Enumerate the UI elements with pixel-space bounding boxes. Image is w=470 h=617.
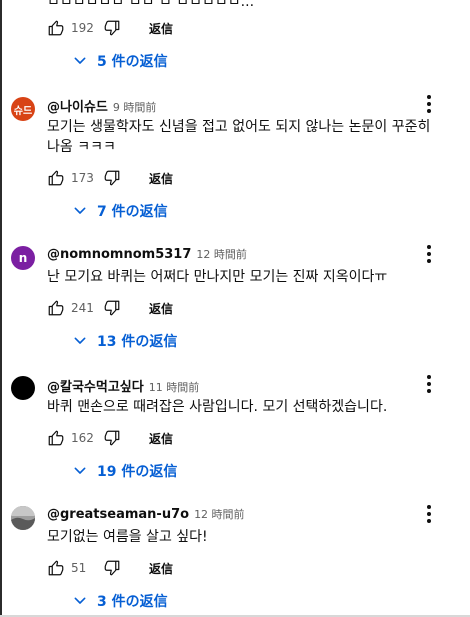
comment-time[interactable]: 9 時間前 (113, 99, 157, 115)
comment-menu-button[interactable] (423, 374, 435, 394)
dislike-button[interactable] (103, 19, 121, 37)
dislike-button[interactable] (103, 169, 121, 187)
comment-time[interactable]: 11 時間前 (149, 379, 200, 395)
thumbs-down-icon (104, 430, 120, 446)
comment-author[interactable]: @greatseaman-u7o (47, 507, 189, 522)
more-vert-icon (427, 375, 431, 393)
comment-header: @나이슈드 9 時間前 (47, 96, 156, 115)
comment-actions: 241 返信 (47, 296, 173, 320)
dislike-button[interactable] (103, 429, 121, 447)
avatar[interactable] (11, 506, 35, 530)
comment-actions: 192 返信 (47, 16, 173, 40)
thumbs-down-icon (104, 170, 120, 186)
comment-actions: 51 返信 (47, 556, 173, 580)
comment-body: 모기없는 여름을 살고 싶다! (47, 529, 208, 545)
comment-body-clipped: ㅁㅁㅁㅁㅁㅁ ㅁㅁ ㅁ ㅁㅁㅁㅁㅁ... (47, 0, 255, 10)
left-border (0, 0, 2, 617)
thumbs-up-icon (48, 20, 64, 36)
like-count: 192 (71, 21, 94, 35)
chevron-down-icon (74, 337, 86, 344)
avatar[interactable] (11, 376, 35, 400)
reply-button[interactable]: 返信 (149, 300, 173, 317)
view-replies-button[interactable]: 3 件の返信 (72, 590, 168, 612)
like-count: 241 (71, 301, 94, 315)
view-replies-button[interactable]: 5 件の返信 (72, 50, 168, 72)
avatar-initials: n (18, 251, 28, 265)
more-vert-icon (427, 95, 431, 113)
avatar-initials: 슈드 (13, 105, 33, 117)
reply-button[interactable]: 返信 (149, 20, 173, 37)
reply-button[interactable]: 返信 (149, 170, 173, 187)
comment-header: @greatseaman-u7o 12 時間前 (47, 506, 245, 522)
view-replies-button[interactable]: 13 件の返信 (72, 330, 177, 352)
thumbs-down-icon (104, 300, 120, 316)
replies-label: 13 件の返信 (97, 334, 178, 350)
like-count: 162 (71, 431, 94, 445)
replies-label: 19 件の返信 (97, 464, 178, 480)
like-button[interactable] (47, 169, 65, 187)
dislike-button[interactable] (103, 559, 121, 577)
like-count: 51 (71, 561, 87, 575)
thumbs-up-icon (48, 560, 64, 576)
comment-header: @칼국수먹고싶다 11 時間前 (47, 376, 199, 395)
like-button[interactable] (47, 19, 65, 37)
comment-menu-button[interactable] (423, 94, 435, 114)
avatar[interactable]: 슈드 (11, 97, 35, 121)
comment-menu-button[interactable] (423, 504, 435, 524)
comment-author[interactable]: @칼국수먹고싶다 (47, 376, 144, 395)
more-vert-icon (427, 245, 431, 263)
comment-body: 난 모기요 바퀴는 어쩌다 만나지만 모기는 진짜 지옥이다ㅠ (47, 269, 388, 285)
chevron-down-icon (74, 57, 86, 64)
comment-actions: 162 返信 (47, 426, 173, 450)
dislike-button[interactable] (103, 299, 121, 317)
chevron-down-icon (74, 597, 86, 604)
avatar-photo (11, 506, 35, 530)
like-button[interactable] (47, 429, 65, 447)
chevron-down-icon (74, 207, 86, 214)
comment-header: @nomnomnom5317 12 時間前 (47, 246, 247, 262)
like-button[interactable] (47, 559, 65, 577)
chevron-down-icon (74, 467, 86, 474)
thumbs-up-icon (48, 170, 64, 186)
comment-body: 바퀴 맨손으로 때려잡은 사람입니다. 모기 선택하겠습니다. (47, 399, 388, 415)
comment-time[interactable]: 12 時間前 (196, 246, 247, 262)
reply-button[interactable]: 返信 (149, 560, 173, 577)
replies-label: 7 件の返信 (97, 204, 168, 220)
comment-actions: 173 返信 (47, 166, 173, 190)
comment-body: 모기는 생물학자도 신념을 접고 없어도 되지 않나는 논문이 꾸준히 나옴 ㅋ… (47, 119, 431, 155)
replies-label: 5 件の返信 (97, 54, 168, 70)
like-button[interactable] (47, 299, 65, 317)
comment-time[interactable]: 12 時間前 (194, 506, 245, 522)
thumbs-down-icon (104, 560, 120, 576)
thumbs-down-icon (104, 20, 120, 36)
thumbs-up-icon (48, 300, 64, 316)
avatar[interactable]: n (11, 246, 35, 270)
reply-button[interactable]: 返信 (149, 430, 173, 447)
replies-label: 3 件の返信 (97, 594, 168, 610)
view-replies-button[interactable]: 7 件の返信 (72, 200, 168, 222)
more-vert-icon (427, 505, 431, 523)
view-replies-button[interactable]: 19 件の返信 (72, 460, 177, 482)
comment-author[interactable]: @나이슈드 (47, 96, 108, 115)
like-count: 173 (71, 171, 94, 185)
comment-author[interactable]: @nomnomnom5317 (47, 247, 191, 262)
thumbs-up-icon (48, 430, 64, 446)
comment-menu-button[interactable] (423, 244, 435, 264)
